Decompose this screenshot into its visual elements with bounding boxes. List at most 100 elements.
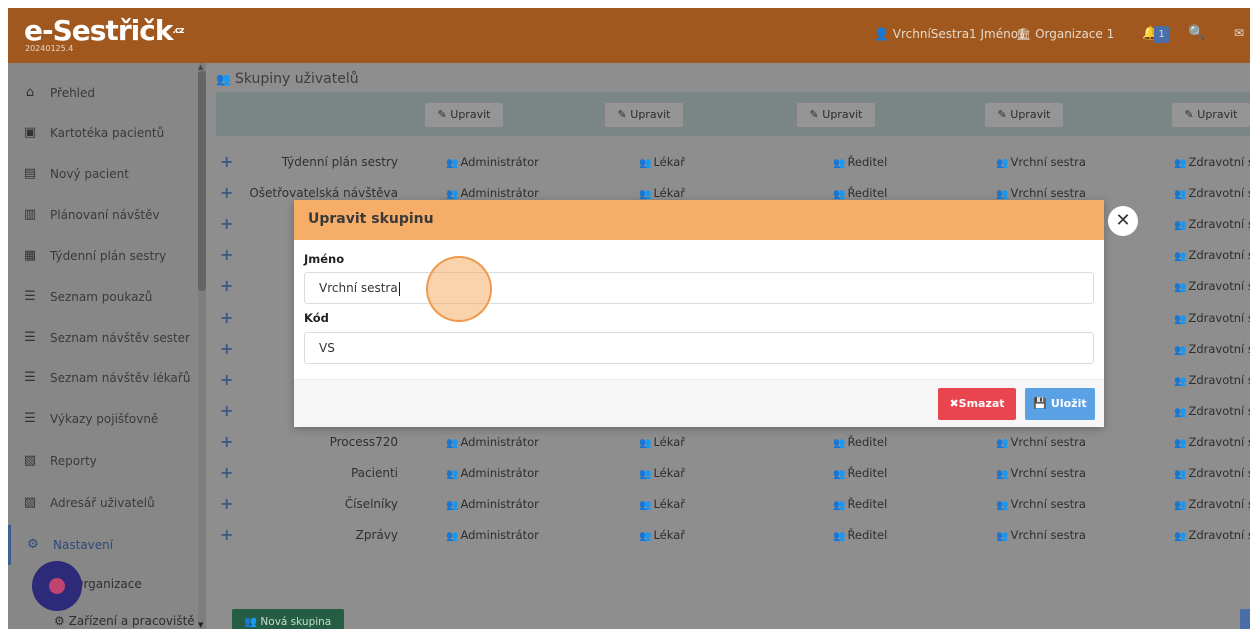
users-icon: 👥 (1174, 282, 1187, 294)
group-role-cell[interactable]: 👥Lékař (639, 435, 685, 449)
sidebar-item-adresar[interactable]: ▨ Adresář uživatelů (8, 483, 198, 523)
users-icon: 👥 (1174, 251, 1187, 263)
sidebar-item-reporty[interactable]: ▧ Reporty (8, 441, 198, 481)
organization-menu[interactable]: 🏛 Organizace 1 (1016, 27, 1114, 41)
group-name: Číselníky (344, 497, 398, 512)
group-role-cell[interactable]: 👥Zdravotní sest (1174, 279, 1250, 293)
delete-button[interactable]: ✖Smazat (938, 388, 1016, 420)
sidebar-item-tydenni-plan[interactable]: ▦ Týdenní plán sestry (8, 236, 198, 276)
group-role-cell[interactable]: 👥Ředitel (833, 186, 887, 200)
edit-button-vrchni-sestra[interactable]: ✎ Upravit (984, 102, 1064, 128)
sidebar-item-poukazy[interactable]: ☰ Seznam poukazů (8, 277, 198, 317)
plus-icon[interactable]: + (220, 276, 233, 295)
group-role-cell[interactable]: 👥Ředitel (833, 155, 887, 169)
name-field-value: Vrchní sestra (319, 281, 398, 295)
plus-icon[interactable]: + (220, 152, 233, 171)
role-label: Lékař (653, 497, 685, 512)
role-label: Zdravotní sest (1188, 279, 1250, 294)
edit-button-administrator[interactable]: ✎ Upravit (424, 102, 504, 128)
users-icon: 👥 (833, 437, 846, 449)
scroll-up-arrow-icon[interactable]: ▲ (198, 63, 203, 71)
plus-icon[interactable]: + (220, 183, 233, 202)
plus-icon[interactable]: + (220, 463, 233, 482)
group-role-cell[interactable]: 👥Lékař (639, 466, 685, 480)
group-role-cell[interactable]: 👥Zdravotní sest (1174, 435, 1250, 449)
group-role-cell[interactable]: 👥Administrátor (446, 528, 539, 542)
group-role-cell[interactable]: 👥Zdravotní sest (1174, 311, 1250, 325)
notification-badge[interactable]: 1 (1154, 26, 1169, 43)
group-role-cell[interactable]: 👥Zdravotní sest (1174, 373, 1250, 387)
scroll-down-arrow-icon[interactable]: ▼ (198, 621, 203, 629)
group-role-cell[interactable]: 👥Zdravotní sest (1174, 404, 1250, 418)
group-role-cell[interactable]: 👥Administrátor (446, 466, 539, 480)
user-menu[interactable]: 👤 VrchníSestra1 Jméno1 (874, 27, 1026, 41)
sidebar-item-kartoteka[interactable]: ▣ Kartotéka pacientů (8, 113, 198, 153)
group-role-cell[interactable]: 👥Zdravotní sest (1174, 342, 1250, 356)
group-role-cell[interactable]: 👥Lékař (639, 155, 685, 169)
edit-button-lekar[interactable]: ✎ Upravit (604, 102, 684, 128)
plus-icon[interactable]: + (220, 401, 233, 420)
times-icon: ✖ (949, 397, 959, 410)
group-role-cell[interactable]: 👥Lékař (639, 497, 685, 511)
sidebar-item-planovani[interactable]: ▥ Plánovaní návštěv (8, 195, 198, 235)
code-field[interactable]: VS (304, 332, 1094, 364)
group-role-cell[interactable]: 👥Vrchní sestra (996, 435, 1086, 449)
edit-label: Upravit (1197, 108, 1238, 121)
sidebar-item-prehled[interactable]: ⌂ Přehled (8, 73, 198, 113)
plus-icon[interactable]: + (220, 245, 233, 264)
name-field[interactable]: Vrchní sestra (304, 272, 1094, 304)
group-role-cell[interactable]: 👥Vrchní sestra (996, 466, 1086, 480)
plus-icon[interactable]: + (220, 339, 233, 358)
plus-icon[interactable]: + (220, 525, 233, 544)
group-role-cell[interactable]: 👥Lékař (639, 186, 685, 200)
floating-record-button[interactable] (32, 561, 82, 611)
plus-icon[interactable]: + (220, 370, 233, 389)
sidebar-item-label: Týdenní plán sestry (50, 249, 167, 263)
group-role-cell[interactable]: 👥Administrátor (446, 497, 539, 511)
sidebar-item-novy-pacient[interactable]: ▤ Nový pacient (8, 154, 198, 194)
corner-button[interactable] (1240, 609, 1250, 629)
group-role-cell[interactable]: 👥Zdravotní sest (1174, 466, 1250, 480)
save-button[interactable]: 💾 Uložit (1025, 388, 1095, 420)
group-role-cell[interactable]: 👥Vrchní sestra (996, 155, 1086, 169)
group-role-cell[interactable]: 👥Ředitel (833, 528, 887, 542)
plus-icon[interactable]: + (220, 214, 233, 233)
group-role-cell[interactable]: 👥Zdravotní sest (1174, 186, 1250, 200)
close-icon[interactable]: ✕ (1108, 206, 1138, 236)
group-role-cell[interactable]: 👥Ředitel (833, 435, 887, 449)
role-label: Administrátor (460, 434, 539, 449)
users-icon: 👥 (639, 469, 652, 480)
new-group-button[interactable]: 👥 Nová skupina (232, 609, 344, 629)
app-logo[interactable]: e-Sestřičk.cz (24, 16, 184, 46)
mail-icon[interactable]: ✉ (1234, 26, 1244, 40)
sidebar-item-navstevy-sester[interactable]: ☰ Seznam návštěv sester (8, 318, 198, 358)
sidebar-item-navstevy-lekaru[interactable]: ☰ Seznam návštěv lékařů (8, 358, 198, 398)
group-role-cell[interactable]: 👥Administrátor (446, 155, 539, 169)
scrollbar-thumb[interactable] (198, 71, 206, 291)
group-role-cell[interactable]: 👥Zdravotní sest (1174, 155, 1250, 169)
group-role-cell[interactable]: 👥Zdravotní sest (1174, 217, 1250, 231)
group-role-cell[interactable]: 👥Zdravotní sest (1174, 248, 1250, 262)
edit-button-zdravotni-sestra[interactable]: ✎ Upravit (1171, 102, 1250, 128)
group-role-cell[interactable]: 👥Administrátor (446, 186, 539, 200)
sidebar-item-vykazy[interactable]: ☰ Výkazy pojišťovně (8, 399, 198, 439)
role-label: Lékař (653, 528, 685, 543)
modal-title: Upravit skupinu (308, 211, 434, 227)
plus-icon[interactable]: + (220, 494, 233, 513)
plus-icon[interactable]: + (220, 308, 233, 327)
table-row: + Process720 👥 Administrátor 👥 Lékař 👥 Ředitel 👥… (216, 427, 1250, 458)
group-role-cell[interactable]: 👥Lékař (639, 528, 685, 542)
sidebar-item-nastaveni[interactable]: ⚙ Nastavení (8, 525, 198, 565)
sidebar-scrollbar[interactable]: ▲ ▼ (198, 63, 206, 629)
group-role-cell[interactable]: 👥Zdravotní sest (1174, 528, 1250, 542)
group-role-cell[interactable]: 👥Administrátor (446, 435, 539, 449)
group-role-cell[interactable]: 👥Vrchní sestra (996, 497, 1086, 511)
edit-button-reditel[interactable]: ✎ Upravit (796, 102, 876, 128)
group-role-cell[interactable]: 👥Vrchní sestra (996, 186, 1086, 200)
group-role-cell[interactable]: 👥Ředitel (833, 497, 887, 511)
group-role-cell[interactable]: 👥Vrchní sestra (996, 528, 1086, 542)
group-role-cell[interactable]: 👥Zdravotní sest (1174, 497, 1250, 511)
search-icon[interactable]: 🔍 (1188, 25, 1205, 41)
group-role-cell[interactable]: 👥Ředitel (833, 466, 887, 480)
plus-icon[interactable]: + (220, 432, 233, 451)
